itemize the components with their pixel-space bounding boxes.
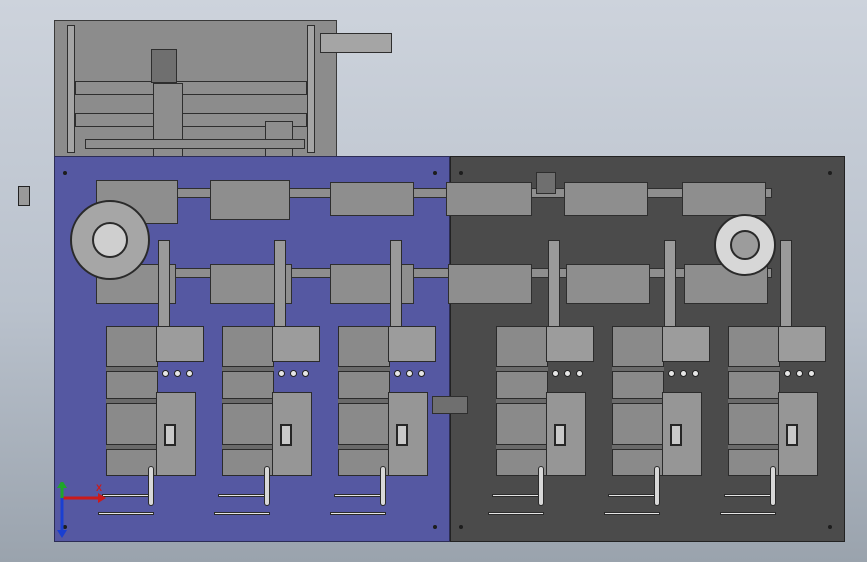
axis-x-label: X [96,483,103,493]
coordinate-triad-icon: X [52,480,112,542]
rail-clamp [536,172,556,194]
upper-carriage-3[interactable] [564,182,648,216]
frame-rail-right [307,25,315,153]
station-right-3[interactable] [720,240,828,515]
station-left-3[interactable] [330,240,438,515]
lower-carriage-5[interactable] [566,264,650,304]
detached-bracket [18,186,30,206]
axis-z-arrow [57,530,67,538]
frame-extension-arm [320,33,392,53]
station-right-2[interactable] [604,240,712,515]
station-left-1[interactable] [98,240,206,515]
upper-carriage-left-b[interactable] [210,180,290,220]
top-frame-assembly[interactable] [54,20,337,235]
axis-y-arrow [57,480,67,488]
upper-conveyor-rail [96,188,772,198]
axis-x-arrow [98,493,106,503]
upper-carriage-1[interactable] [330,182,414,216]
frame-base-rail [85,139,305,149]
station-right-1[interactable] [488,240,596,515]
triad-graphic [57,480,106,538]
frame-motor [151,49,177,83]
lower-carriage-4[interactable] [448,264,532,304]
frame-rail-left [67,25,75,153]
upper-carriage-2[interactable] [446,182,532,216]
turntable-hub-icon [730,230,760,260]
pulley-hub-icon [92,222,128,258]
upper-carriage-4[interactable] [682,182,766,216]
station-left-2[interactable] [214,240,322,515]
frame-crossbar-upper [75,81,307,95]
